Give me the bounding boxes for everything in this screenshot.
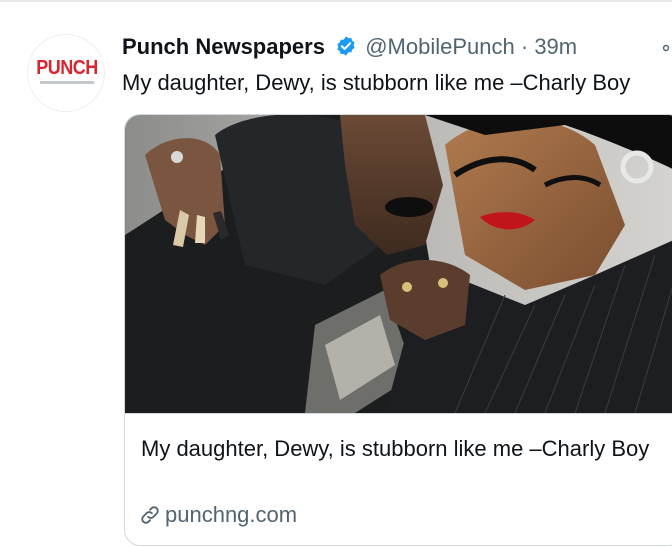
link-card[interactable]: My daughter, Dewy, is stubborn like me –… (124, 114, 672, 546)
author-handle[interactable]: @MobilePunch (365, 34, 515, 59)
author-name[interactable]: Punch Newspapers (122, 34, 325, 59)
card-title[interactable]: My daughter, Dewy, is stubborn like me –… (141, 433, 661, 465)
card-image[interactable] (125, 115, 672, 413)
verified-badge-icon (335, 35, 357, 64)
top-divider (0, 0, 672, 2)
author-avatar[interactable]: PUNCH (27, 34, 105, 112)
tweet-text: My daughter, Dewy, is stubborn like me –… (122, 70, 631, 95)
card-divider (125, 413, 672, 414)
card-domain[interactable]: punchng.com (139, 501, 297, 529)
separator-dot: · (520, 34, 529, 59)
card-domain-text: punchng.com (165, 502, 298, 527)
more-icon[interactable] (662, 44, 672, 52)
link-icon (141, 506, 159, 524)
logo-tagline (40, 81, 94, 84)
tweet-header: Punch Newspapers @MobilePunch · 39m (122, 33, 577, 64)
punch-logo: PUNCH (36, 55, 98, 79)
tweet-timestamp[interactable]: 39m (534, 34, 577, 59)
